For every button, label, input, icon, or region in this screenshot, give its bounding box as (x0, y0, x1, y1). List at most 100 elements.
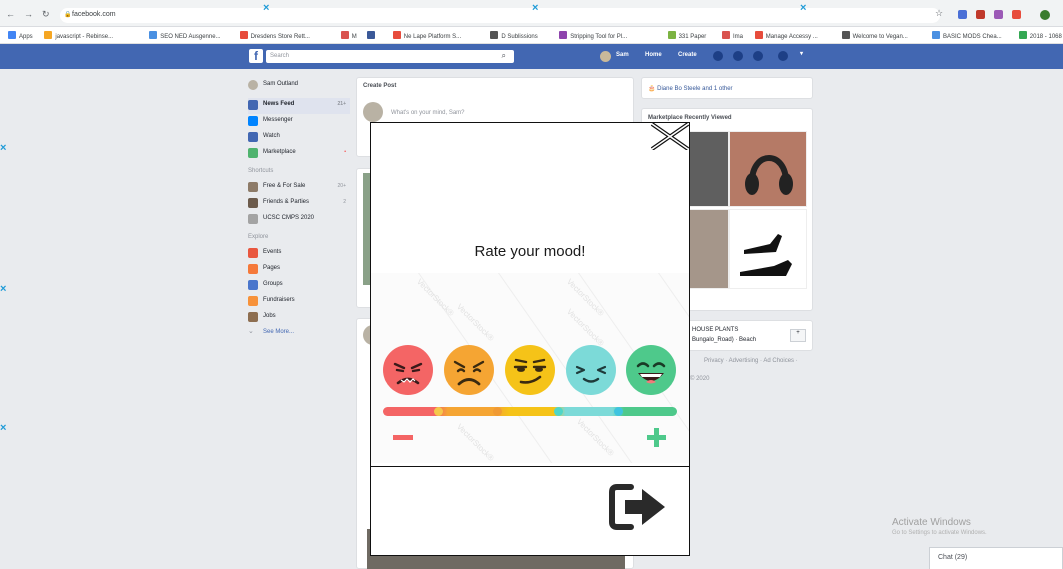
bookmark-item[interactable]: Ne Lape Platform S... (392, 31, 462, 40)
account-menu-icon[interactable]: ▾ (800, 50, 803, 57)
extension-icon[interactable] (976, 10, 985, 19)
extension-icon[interactable] (958, 10, 967, 19)
happy-face-icon[interactable] (626, 345, 676, 395)
mood-panel: VectorStock® VectorStock® VectorStock® V… (371, 273, 689, 463)
bookmark-label: Stripping Tool for Pl... (570, 34, 628, 40)
exit-button[interactable] (609, 481, 671, 533)
bookmark-item[interactable]: Manage Accessy ... (754, 31, 818, 40)
post-prompt[interactable]: What's on your mind, Sam? (391, 110, 465, 116)
sidebar-item[interactable]: Fundraisers (248, 294, 350, 310)
sad-face-icon[interactable] (444, 345, 494, 395)
profile-avatar[interactable] (600, 51, 611, 62)
bookmarks-bar: Apps javascript - Rebinse... SEO NED Ausge… (0, 27, 1063, 44)
profile-link[interactable]: Sam (616, 52, 629, 58)
angry-face-icon[interactable] (383, 345, 433, 395)
forward-icon[interactable]: → (24, 9, 33, 19)
extension-icon[interactable] (1012, 10, 1021, 19)
increase-mood-button[interactable] (647, 428, 666, 447)
bookmark-icon (1018, 31, 1027, 39)
bookmark-item[interactable]: 331 Paper (667, 31, 707, 40)
close-button[interactable] (650, 122, 690, 151)
item-thumbnail-calculator[interactable] (689, 131, 729, 207)
bookmark-item[interactable]: Welcome to Vegan... (841, 31, 908, 40)
bookmark-item[interactable]: Ima (722, 31, 743, 40)
bookmark-label: Ne Lape Platform S... (403, 34, 462, 40)
bookmark-label: javascript - Rebinse... (55, 34, 114, 40)
extension-icon[interactable] (994, 10, 1003, 19)
sidebar-item[interactable]: UCSC CMPS 2020 (248, 212, 350, 228)
messenger-icon[interactable] (733, 51, 743, 61)
sidebar-item-icon (248, 132, 258, 142)
sidebar-item-label: Watch (263, 133, 280, 139)
sign-out-icon (609, 484, 665, 530)
home-link[interactable]: Home (645, 52, 662, 58)
birthday-card: 🎂 Diane Bo Steele and 1 other (641, 77, 813, 99)
sidebar-item-label: News Feed (263, 101, 295, 107)
sidebar-item-label: UCSC CMPS 2020 (263, 215, 315, 221)
bookmark-label: Ima (733, 34, 744, 40)
sidebar-profile[interactable]: Sam Outland (248, 78, 350, 94)
back-icon[interactable]: ← (6, 9, 15, 19)
notifications-icon[interactable] (753, 51, 763, 61)
sidebar-item[interactable]: Watch (248, 130, 350, 146)
reload-icon[interactable]: ↻ (42, 9, 50, 20)
bookmark-label: BASIC MODS Chea... (943, 34, 1002, 40)
slider-stop[interactable] (434, 407, 443, 416)
bookmark-item[interactable]: Apps (8, 31, 33, 40)
sidebar-item[interactable]: Groups (248, 278, 350, 294)
birthday-label: Diane Bo Steele and 1 other (657, 86, 733, 92)
bookmark-item[interactable]: 2018 - 1068 planch... (1018, 31, 1063, 40)
bookmark-item[interactable]: BASIC MODS Chea... (932, 31, 1002, 40)
see-more-link[interactable]: ⌄ See More... (248, 326, 350, 342)
footer-links[interactable]: Privacy · Advertising · Ad Choices · (704, 358, 798, 364)
slider-stop[interactable] (554, 407, 563, 416)
chat-bar[interactable]: Chat (29) (929, 547, 1063, 569)
slider-stop[interactable] (493, 407, 502, 416)
friends-icon[interactable] (713, 51, 723, 61)
sidebar-item-label: Marketplace (263, 149, 296, 155)
sidebar-item[interactable]: Messenger (248, 114, 350, 130)
bookmark-item[interactable]: D Sublissions (490, 31, 538, 40)
meh-face-icon[interactable] (505, 345, 555, 395)
sidebar-item-label: Free & For Sale (263, 183, 306, 189)
content-face-icon[interactable] (566, 345, 616, 395)
item-thumbnail-shoes[interactable] (729, 209, 807, 289)
facebook-header: f Search ⌕ Sam Home Create ▾ (0, 44, 1063, 69)
suggest-dismiss-button[interactable]: + (790, 329, 806, 342)
create-link[interactable]: Create (678, 52, 697, 58)
sidebar-item-icon (248, 264, 258, 274)
sidebar-item[interactable]: Jobs (248, 310, 350, 326)
help-icon[interactable] (778, 51, 788, 61)
item-thumbnail-headphones[interactable] (729, 131, 807, 207)
bookmark-item[interactable] (366, 31, 378, 40)
decrease-mood-button[interactable] (393, 435, 413, 440)
bookmark-item[interactable]: Stripping Tool for Pl... (559, 31, 627, 40)
facebook-search-input[interactable]: Search ⌕ (266, 50, 514, 63)
sidebar-item[interactable]: Free & For Sale 20+ (248, 180, 350, 196)
bookmark-item[interactable]: javascript - Rebinse... (44, 31, 113, 40)
bookmark-star-icon[interactable]: ☆ (935, 8, 943, 19)
bookmark-item[interactable]: SEO NED Ausgenne... (149, 31, 221, 40)
sidebar-item-icon (248, 182, 258, 192)
browser-profile-avatar[interactable] (1040, 10, 1050, 20)
shortcuts-heading: Shortcuts (248, 168, 274, 174)
search-icon[interactable]: ⌕ (502, 51, 506, 61)
suggest-line1: HOUSE PLANTS (692, 327, 739, 333)
modal-footer (371, 466, 689, 555)
bookmark-item[interactable]: M (340, 31, 357, 40)
sidebar-item-count: • (344, 149, 346, 155)
sidebar-item[interactable]: Friends & Parties 2 (248, 196, 350, 212)
sidebar-item[interactable]: Events (248, 246, 350, 262)
bookmark-icon (754, 31, 763, 39)
sidebar-item[interactable]: Pages (248, 262, 350, 278)
slider-stop[interactable] (614, 407, 623, 416)
mood-slider[interactable] (383, 407, 677, 416)
bookmark-item[interactable]: Dresdens Store Rett... (239, 31, 310, 40)
sidebar-item[interactable]: Marketplace • (248, 146, 350, 162)
address-bar[interactable]: 🔒 facebook.com (60, 8, 940, 23)
sidebar-item[interactable]: News Feed 21+ (248, 98, 350, 114)
bookmark-label: 331 Paper (678, 34, 707, 40)
item-thumbnail-door[interactable] (689, 209, 729, 289)
birthday-text[interactable]: 🎂 Diane Bo Steele and 1 other (648, 85, 733, 92)
facebook-logo[interactable]: f (249, 49, 263, 63)
